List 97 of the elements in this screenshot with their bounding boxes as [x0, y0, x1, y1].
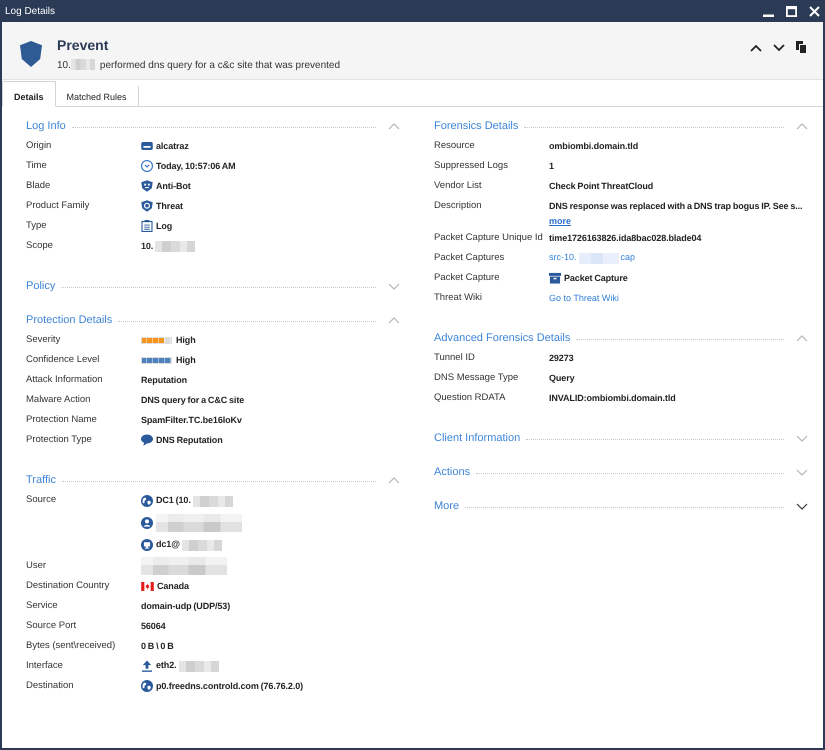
section-title[interactable]: Advanced Forensics Details: [434, 332, 570, 344]
field-label: Severity: [26, 333, 62, 347]
field-value: Threat: [156, 201, 183, 211]
field-value: 56064: [141, 620, 166, 632]
window-title: Log Details: [5, 6, 56, 16]
globe-icon: [141, 680, 153, 692]
field-label: Threat Wiki: [434, 291, 484, 305]
field-label: Protection Name: [26, 413, 98, 427]
field-label: Origin: [26, 139, 52, 153]
field-value: 29273: [549, 352, 574, 364]
value-link[interactable]: Go to Threat Wiki: [549, 293, 619, 303]
section-title[interactable]: Policy: [26, 280, 56, 292]
field-label: Product Family: [26, 199, 90, 213]
field-label: Question RDATA: [434, 391, 506, 405]
field-value: Canada: [157, 581, 189, 591]
field-value: p0.freedns.controld.com (76.76.2.0): [156, 681, 304, 691]
field-value: domain-udp (UDP/53): [141, 600, 230, 613]
monitor-icon: [141, 539, 153, 551]
tab[interactable]: Details: [2, 81, 56, 107]
shield-icon: [141, 200, 153, 212]
field-value: 0 B \ 0 B: [141, 640, 174, 652]
field-label: Interface: [26, 659, 64, 673]
field-value: DC1 (10.: [156, 495, 235, 507]
field-value: eth2.: [156, 660, 221, 672]
field-value: dc1@: [156, 539, 224, 551]
field-label: Protection Type: [26, 433, 93, 447]
field-label: Type: [26, 219, 48, 233]
clock-icon: [141, 160, 153, 172]
field-label: Destination Country: [26, 579, 110, 593]
field-value: Anti-Bot: [156, 181, 191, 191]
section-title[interactable]: More: [434, 500, 460, 512]
field-value: Reputation: [141, 374, 187, 387]
field-value: High: [176, 355, 196, 365]
field-value: DNS response was replaced with a DNS trap bogus IP. See s...: [549, 200, 802, 213]
section-title[interactable]: Protection Details: [26, 314, 112, 326]
section-title[interactable]: Forensics Details: [434, 120, 518, 132]
field-label: Destination: [26, 679, 75, 693]
field-value: Today, 10:57:06 AM: [156, 161, 236, 171]
field-label: Blade: [26, 179, 52, 193]
value-link[interactable]: src-10. cap: [549, 252, 636, 264]
field-value: 10.: [141, 236, 198, 256]
field-label: Source Port: [26, 619, 78, 633]
tab[interactable]: Matched Rules: [56, 86, 139, 106]
field-label: Service: [26, 599, 59, 613]
robot-shield-icon: [141, 180, 153, 192]
field-label: Vendor List: [434, 179, 483, 193]
arrow-up-icon: [141, 660, 153, 672]
more-link[interactable]: more: [549, 216, 572, 226]
field-label: Bytes (sent\received): [26, 639, 116, 653]
field-label: DNS Message Type: [434, 371, 520, 385]
field-value: alcatraz: [156, 141, 189, 151]
field-value: SpamFilter.TC.be16loKv: [141, 414, 242, 427]
chevron-down-icon[interactable]: [773, 44, 785, 52]
clipboard-icon: [141, 220, 153, 232]
field-label: Tunnel ID: [434, 351, 476, 365]
field-label: Attack Information: [26, 373, 104, 387]
user-icon: [141, 517, 153, 529]
flag-icon: [141, 582, 154, 590]
field-label: Packet Captures: [434, 251, 506, 265]
copy-icon[interactable]: [796, 41, 807, 54]
field-value: INVALID:ombiombi.domain.tld: [549, 392, 676, 404]
field-label: User: [26, 559, 48, 573]
field-label: Description: [434, 199, 483, 213]
field-label: Resource: [434, 139, 476, 153]
field-value: Log: [156, 221, 172, 231]
field-label: Confidence Level: [26, 353, 100, 367]
close-icon[interactable]: [809, 6, 820, 16]
section-title[interactable]: Client Information: [434, 432, 520, 444]
field-label: Scope: [26, 239, 54, 253]
field-value: Check Point ThreatCloud: [549, 180, 654, 192]
maximize-icon[interactable]: [786, 6, 797, 16]
field-label: Packet Capture: [434, 271, 500, 285]
field-value: Packet Capture: [564, 273, 628, 283]
section-title[interactable]: Traffic: [26, 474, 56, 486]
log-title: Prevent: [57, 36, 110, 54]
field-value: time1726163826.ida8bac028.blade04: [549, 232, 702, 244]
field-label: Time: [26, 159, 48, 173]
speech-bubble-icon: [141, 434, 153, 446]
archive-box-icon: [549, 272, 561, 284]
field-label: Malware Action: [26, 393, 92, 407]
section-title[interactable]: Log Info: [26, 120, 66, 132]
field-label: Packet Capture Unique Id: [434, 231, 544, 245]
field-value: High: [176, 335, 196, 345]
field-value: DNS query for a C&C site: [141, 394, 244, 407]
chevron-down-icon[interactable]: [796, 502, 808, 510]
field-value: Query: [549, 372, 575, 385]
field-label: Source: [26, 493, 58, 507]
section-title[interactable]: Actions: [434, 466, 470, 478]
field-value: ombiombi.domain.tld: [549, 140, 638, 152]
log-summary: 10. performed dns query for a c&c site that was prevented: [57, 58, 342, 72]
field-value: DNS Reputation: [156, 435, 223, 445]
chevron-up-icon[interactable]: [750, 44, 762, 52]
field-value: 1: [549, 160, 554, 172]
shield-icon: [20, 40, 42, 66]
device-icon: [141, 142, 153, 150]
field-label: Suppressed Logs: [434, 159, 509, 173]
globe-icon: [141, 495, 153, 507]
